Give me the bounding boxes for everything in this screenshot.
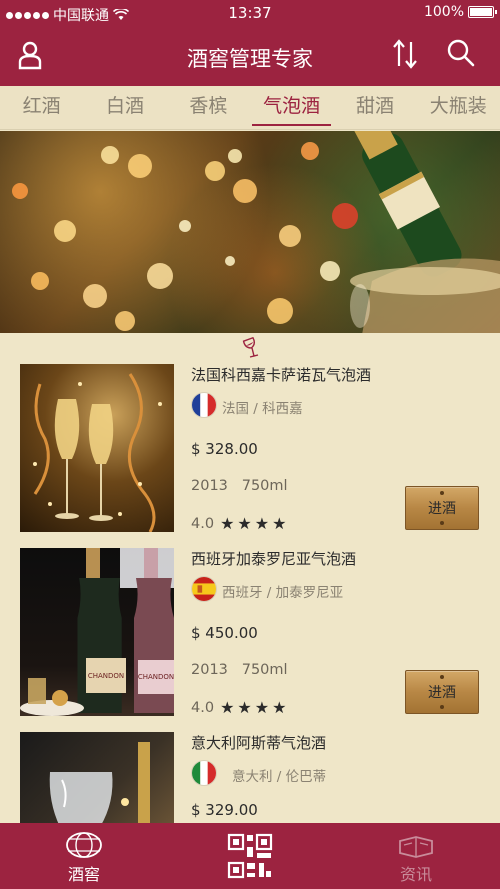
nav-bar: 酒窖管理专家: [0, 26, 500, 86]
product-price: $ 450.00: [191, 624, 258, 642]
spain-flag-icon: [191, 576, 217, 602]
star-icon: ★: [272, 698, 287, 717]
star-icon: ★: [254, 698, 270, 717]
product-image: [20, 732, 174, 827]
tab-news[interactable]: 资讯: [382, 823, 450, 889]
tab-cellar-label: 酒窖: [67, 865, 100, 884]
italy-flag-icon: [191, 760, 217, 786]
barrel-icon: [66, 832, 102, 858]
star-icon: ★: [272, 514, 287, 533]
rating-stars: ★ ★ ★ ★: [220, 516, 286, 532]
france-flag-icon: [191, 392, 217, 418]
tab-large-bottle[interactable]: 大瓶装: [417, 86, 500, 129]
wine-glass-icon: [242, 337, 259, 358]
page-title: 酒窖管理专家: [187, 47, 313, 71]
product-spec: 2013 750ml: [191, 478, 288, 494]
star-icon: ★: [237, 698, 252, 717]
product-rating: 4.0 ★ ★ ★ ★: [191, 516, 286, 533]
sort-icon[interactable]: [390, 38, 420, 70]
product-rating: 4.0 ★ ★ ★ ★: [191, 700, 286, 717]
product-name: 意大利阿斯蒂气泡酒: [191, 734, 327, 752]
tab-sparkling[interactable]: 气泡酒: [250, 86, 333, 129]
rating-value: 4.0: [191, 516, 215, 532]
battery-percent: 100%: [423, 4, 464, 20]
tab-champagne[interactable]: 香槟: [167, 86, 250, 129]
product-origin: 意大利 / 伦巴蒂: [232, 769, 327, 785]
product-origin: 法国 / 科西嘉: [222, 401, 303, 417]
bottom-tab-bar: 酒窖 资讯: [0, 823, 500, 889]
product-origin: 西班牙 / 加泰罗尼亚: [222, 585, 344, 601]
battery-icon: [468, 6, 497, 18]
qr-code-icon: [227, 833, 273, 879]
star-icon: ★: [254, 514, 270, 533]
star-icon: ★: [220, 514, 235, 533]
rating-stars: ★ ★ ★ ★: [220, 700, 286, 716]
product-name: 法国科西嘉卡萨诺瓦气泡酒: [191, 366, 372, 384]
product-spec: 2013 750ml: [191, 662, 288, 678]
product-volume: 750ml: [241, 662, 288, 678]
tab-red-wine[interactable]: 红酒: [0, 86, 83, 129]
add-to-cellar-button[interactable]: 进酒: [405, 670, 479, 714]
tab-sweet-wine[interactable]: 甜酒: [333, 86, 416, 129]
list-item[interactable]: CHANDON CHANDON 西班牙加泰罗尼亚气泡酒 西班牙 / 加泰罗尼亚 …: [0, 544, 500, 720]
product-image: [20, 364, 174, 532]
promo-banner[interactable]: [0, 131, 500, 333]
tab-liquor[interactable]: 白酒: [83, 86, 166, 129]
rating-value: 4.0: [191, 700, 215, 716]
svg-text:CHANDON: CHANDON: [138, 673, 174, 681]
category-tabs: 红酒 白酒 香槟 气泡酒 甜酒 大瓶装: [0, 86, 500, 130]
tab-scan[interactable]: [220, 823, 280, 889]
list-item[interactable]: 法国科西嘉卡萨诺瓦气泡酒 法国 / 科西嘉 $ 328.00 2013 750m…: [0, 360, 500, 536]
product-vintage: 2013: [191, 478, 228, 494]
banner-image: [12, 131, 500, 333]
product-name: 西班牙加泰罗尼亚气泡酒: [191, 550, 357, 568]
product-volume: 750ml: [241, 478, 288, 494]
add-to-cellar-button[interactable]: 进酒: [405, 486, 479, 530]
status-bar: 中国联通 13:37 100%: [0, 0, 500, 26]
book-icon: [399, 836, 433, 858]
star-icon: ★: [237, 514, 252, 533]
status-right: 100%: [423, 4, 497, 20]
star-icon: ★: [220, 698, 235, 717]
svg-text:CHANDON: CHANDON: [88, 672, 124, 680]
tab-news-label: 资讯: [399, 865, 432, 884]
search-icon[interactable]: [446, 38, 476, 68]
product-image: CHANDON CHANDON: [20, 548, 174, 716]
tab-cellar[interactable]: 酒窖: [50, 823, 118, 889]
list-item[interactable]: 意大利阿斯蒂气泡酒 意大利 / 伦巴蒂 $ 329.00: [0, 728, 500, 827]
product-price: $ 328.00: [191, 440, 258, 458]
product-price: $ 329.00: [191, 801, 258, 819]
product-vintage: 2013: [191, 662, 228, 678]
